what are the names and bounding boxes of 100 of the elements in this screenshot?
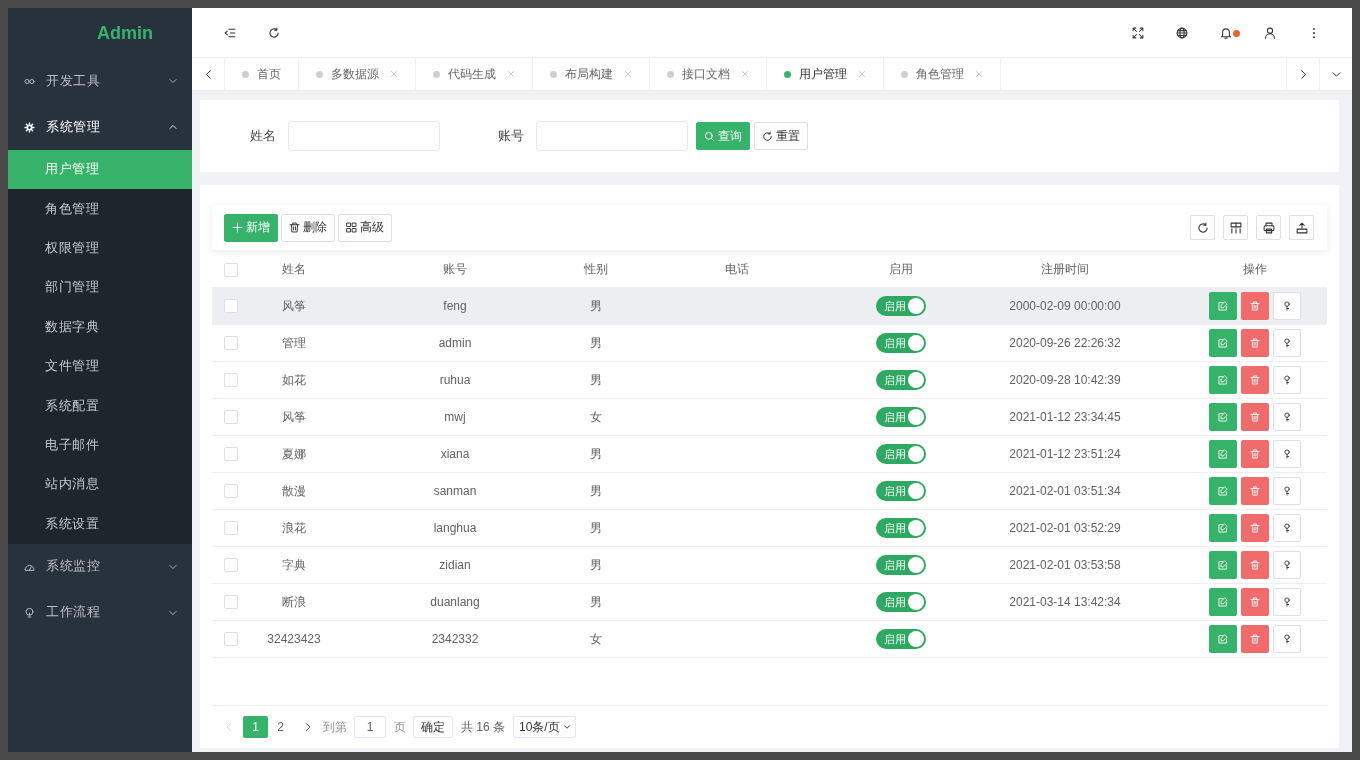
delete-button[interactable]: [1241, 625, 1269, 653]
page-size-select[interactable]: 10条/页: [513, 716, 576, 738]
account-text: mwj: [444, 410, 466, 424]
sidebar-submenu-item[interactable]: 角色管理: [8, 189, 192, 229]
goto-page-input[interactable]: 1: [354, 716, 386, 738]
close-icon[interactable]: [975, 70, 983, 78]
globe-icon[interactable]: [1176, 26, 1188, 39]
key-button[interactable]: [1273, 329, 1301, 357]
close-icon[interactable]: [858, 70, 866, 78]
key-button[interactable]: [1273, 403, 1301, 431]
field-label: 账号: [497, 127, 525, 145]
row-checkbox[interactable]: [224, 558, 238, 572]
trash-icon: [289, 222, 300, 233]
delete-button[interactable]: [1241, 440, 1269, 468]
row-checkbox[interactable]: [224, 595, 238, 609]
gender-text: 男: [590, 519, 602, 537]
tab[interactable]: 角色管理: [884, 58, 1001, 90]
text-input[interactable]: [536, 121, 688, 151]
sidebar-submenu-item[interactable]: 系统设置: [8, 504, 192, 544]
date-text: 2000-02-09 00:00:00: [1009, 299, 1121, 313]
tab[interactable]: 多数据源: [299, 58, 416, 90]
refresh-button[interactable]: [1190, 215, 1215, 240]
trash-icon: [1250, 412, 1260, 422]
key-button[interactable]: [1273, 514, 1301, 542]
confirm-button[interactable]: 确定: [413, 716, 453, 738]
key-button[interactable]: [1273, 440, 1301, 468]
delete-button[interactable]: [1241, 477, 1269, 505]
row-checkbox[interactable]: [224, 299, 238, 313]
delete-button[interactable]: [1241, 292, 1269, 320]
sidebar-menu-item[interactable]: 系统管理: [8, 104, 192, 150]
sidebar-submenu-item[interactable]: 文件管理: [8, 346, 192, 387]
row-checkbox[interactable]: [224, 410, 238, 424]
sidebar-menu-item[interactable]: 系统监控: [8, 543, 192, 590]
key-button[interactable]: [1273, 588, 1301, 616]
menu-fold-icon[interactable]: [224, 26, 236, 39]
sidebar-submenu-item[interactable]: 站内消息: [8, 465, 192, 505]
row-checkbox[interactable]: [224, 336, 238, 350]
delete-button[interactable]: [1241, 366, 1269, 394]
delete-button[interactable]: [1241, 588, 1269, 616]
edit-button[interactable]: [1209, 329, 1237, 357]
tab[interactable]: 接口文档: [650, 58, 767, 90]
trash-icon: [1250, 560, 1260, 570]
name-text: 32423423: [267, 632, 321, 646]
key-button[interactable]: [1273, 366, 1301, 394]
edit-button[interactable]: [1209, 403, 1237, 431]
key-button[interactable]: [1273, 292, 1301, 320]
sidebar-submenu-item[interactable]: 权限管理: [8, 228, 192, 269]
text-input[interactable]: [288, 121, 440, 151]
key-button[interactable]: [1273, 625, 1301, 653]
close-icon[interactable]: [507, 70, 515, 78]
tab[interactable]: 用户管理: [767, 58, 884, 90]
edit-button[interactable]: [1209, 440, 1237, 468]
sidebar-menu-item[interactable]: 开发工具: [8, 58, 192, 104]
delete-button[interactable]: [1241, 403, 1269, 431]
refresh-icon[interactable]: [268, 26, 280, 39]
user-icon[interactable]: [1264, 26, 1276, 39]
key-button[interactable]: [1273, 477, 1301, 505]
row-checkbox[interactable]: [224, 373, 238, 387]
export-button[interactable]: [1289, 215, 1314, 240]
bell-icon[interactable]: [1220, 26, 1232, 39]
close-icon[interactable]: [624, 70, 632, 78]
edit-button[interactable]: [1209, 477, 1237, 505]
edit-button[interactable]: [1209, 551, 1237, 579]
tab[interactable]: 布局构建: [533, 58, 650, 90]
row-checkbox[interactable]: [224, 447, 238, 461]
close-icon[interactable]: [741, 70, 749, 78]
sidebar-submenu-item[interactable]: 系统配置: [8, 386, 192, 426]
key-button[interactable]: [1273, 551, 1301, 579]
column-header: 注册时间: [1041, 261, 1089, 278]
reset-button[interactable]: 重置: [754, 122, 808, 150]
close-icon[interactable]: [390, 70, 398, 78]
grid-icon: [346, 222, 357, 233]
select-all-checkbox[interactable]: [224, 262, 238, 277]
row-checkbox[interactable]: [224, 484, 238, 498]
edit-button[interactable]: [1209, 625, 1237, 653]
sidebar-submenu-item[interactable]: 电子邮件: [8, 425, 192, 466]
columns-icon: [1229, 221, 1242, 234]
fullscreen-icon[interactable]: [1132, 26, 1144, 39]
row-checkbox[interactable]: [224, 632, 238, 646]
delete-button[interactable]: 删除: [281, 213, 335, 242]
search-icon: [704, 130, 715, 142]
tab-dot-icon: [316, 70, 323, 78]
tab[interactable]: 代码生成: [416, 58, 533, 90]
delete-button[interactable]: [1241, 329, 1269, 357]
columns-button[interactable]: [1223, 215, 1248, 240]
print-button[interactable]: [1256, 215, 1281, 240]
sidebar-submenu-item[interactable]: 数据字典: [8, 307, 192, 347]
advanced-button[interactable]: 高级: [338, 213, 392, 242]
edit-button[interactable]: [1209, 588, 1237, 616]
chevron-right-icon[interactable]: [303, 722, 313, 732]
row-checkbox[interactable]: [224, 521, 238, 535]
tab[interactable]: 首页: [225, 58, 299, 90]
sidebar-submenu-item[interactable]: 部门管理: [8, 268, 192, 308]
edit-button[interactable]: [1209, 292, 1237, 320]
tab-dot-icon: [550, 70, 557, 78]
edit-button[interactable]: [1209, 514, 1237, 542]
delete-button[interactable]: [1241, 551, 1269, 579]
edit-button[interactable]: [1209, 366, 1237, 394]
delete-button[interactable]: [1241, 514, 1269, 542]
sidebar-menu-item[interactable]: 工作流程: [8, 589, 192, 636]
